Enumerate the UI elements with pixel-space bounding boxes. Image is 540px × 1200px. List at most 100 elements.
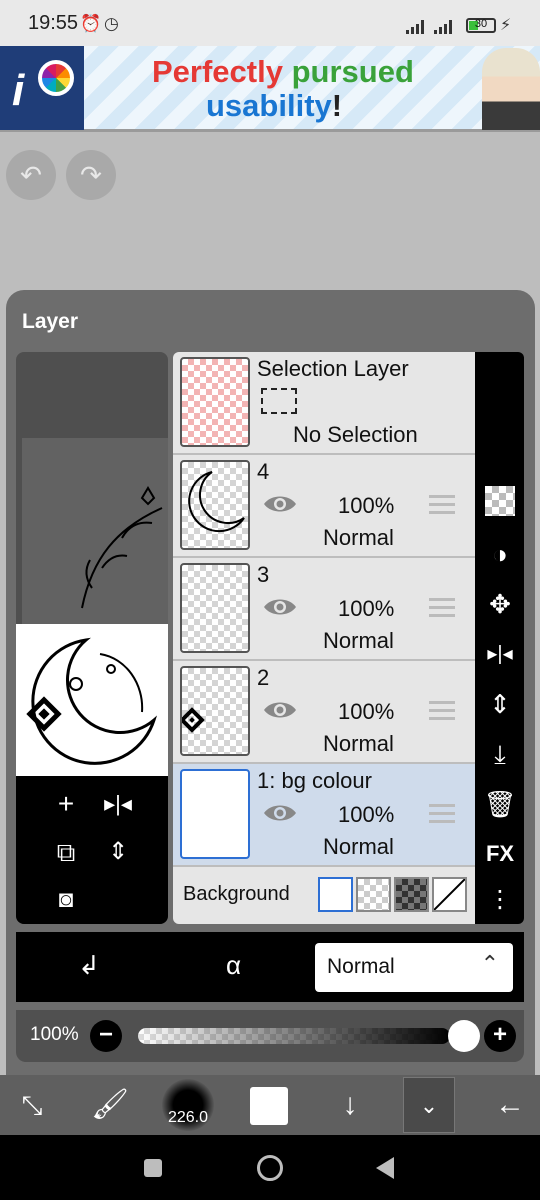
opacity-decrease-button[interactable]: − [90, 1020, 122, 1052]
duplicate-layer-button[interactable]: ⧉ [48, 834, 84, 870]
fx-button[interactable]: FX [482, 836, 518, 872]
arrow-down-icon: ↓ [342, 1088, 358, 1121]
undo-button[interactable]: ↶ [6, 150, 56, 200]
transform-icon: ⤡ [21, 1090, 43, 1120]
banner-headline: Perfectly pursued [152, 54, 414, 89]
transparency-button[interactable] [485, 486, 515, 516]
more-options-button[interactable]: ⋮ [482, 882, 518, 918]
visibility-eye-icon[interactable] [263, 596, 297, 618]
flip-horizontal-button[interactable]: ▸|◂ [100, 786, 136, 822]
layer-thumbnail [180, 563, 250, 653]
brush-tool-button[interactable]: 🖌 [90, 1085, 130, 1125]
layer-row-selected[interactable]: 1: bg colour 100% Normal [173, 764, 475, 867]
back-button[interactable]: ← [488, 1085, 532, 1125]
clipping-button[interactable]: ↲ [78, 950, 100, 981]
visibility-eye-icon[interactable] [263, 493, 297, 515]
layer-panel: Layer + ▸|◂ ⧉ ⇕ ◙ Selection Layer No Sel… [6, 290, 535, 1075]
layer-blend-mode: Normal [323, 628, 394, 653]
system-back-button[interactable] [376, 1157, 394, 1179]
status-bar: 19:55 ⏰ ◷ 30 ⚡ [0, 0, 540, 46]
alarm-icon: ⏰ [80, 14, 102, 33]
selection-layer-thumbnail [180, 357, 250, 447]
background-dark-swatch[interactable] [394, 877, 429, 912]
layer-thumbnail [179, 666, 250, 756]
blend-mode-value: Normal [327, 955, 395, 978]
layer-row[interactable]: 4 100% Normal [173, 455, 475, 558]
layer-opacity: 100% [338, 802, 395, 827]
canvas-thumbnail[interactable] [16, 624, 168, 776]
flip-icon: ▸|◂ [487, 643, 513, 665]
opacity-slider-handle[interactable] [448, 1020, 480, 1052]
home-button[interactable] [257, 1155, 283, 1181]
layer-name: 3 [257, 562, 270, 587]
minus-icon: − [98, 1021, 113, 1048]
delete-layer-button[interactable]: 🗑 [482, 786, 518, 822]
selection-state: No Selection [293, 422, 418, 447]
blend-mode-select[interactable]: Normal ⌃ [315, 943, 513, 992]
invert-button[interactable]: ◑ [482, 536, 518, 572]
banner-subline: usability! [206, 88, 343, 123]
blend-bar: ↲ α Normal ⌃ [16, 932, 524, 1002]
menu-button[interactable]: ⌄ [403, 1077, 455, 1133]
drag-handle-icon[interactable] [429, 701, 455, 725]
flip-layer-button[interactable]: ▸|◂ [482, 636, 518, 672]
chevron-up-icon: ⌃ [480, 951, 499, 976]
move-layer-button[interactable]: ✥ [482, 586, 518, 622]
layer-opacity: 100% [338, 699, 395, 724]
background-white-swatch[interactable] [318, 877, 353, 912]
layer-blend-mode: Normal [323, 731, 394, 756]
drag-handle-icon[interactable] [429, 495, 455, 519]
duplicate-icon: ⧉ [56, 837, 76, 867]
charging-icon: ⚡ [500, 17, 512, 34]
opacity-slider[interactable] [138, 1028, 450, 1044]
visibility-eye-icon[interactable] [263, 802, 297, 824]
camera-icon: ◙ [58, 886, 74, 913]
brush-icon: 🖌 [90, 1088, 130, 1121]
flip-vertical-icon: ⇕ [107, 838, 129, 865]
fx-icon: FX [485, 841, 515, 866]
merge-down-button[interactable]: ⤓ [482, 736, 518, 772]
back-icon: ← [495, 1088, 525, 1121]
add-layer-button[interactable]: + [48, 786, 84, 822]
ad-banner[interactable]: i Perfectly pursued usability! [0, 46, 540, 132]
selection-layer-name: Selection Layer [257, 356, 409, 381]
flip-layer-vertical-button[interactable]: ⇕ [482, 686, 518, 722]
transform-tool-button[interactable]: ⤡ [12, 1085, 52, 1125]
layer-row[interactable]: 3 100% Normal [173, 558, 475, 661]
opacity-increase-button[interactable]: + [484, 1020, 516, 1052]
layer-down-button[interactable]: ↓ [330, 1085, 370, 1125]
flip-vertical-button[interactable]: ⇕ [100, 834, 136, 870]
redo-button[interactable]: ↷ [66, 150, 116, 200]
preview-tools: + ▸|◂ ⧉ ⇕ ◙ [16, 776, 168, 924]
clip-icon: ↲ [78, 950, 100, 980]
signal-icon [406, 20, 424, 34]
alpha-lock-icon: α [226, 950, 242, 980]
clock-icon: ◷ [104, 14, 119, 33]
background-none-swatch[interactable] [432, 877, 467, 912]
drag-handle-icon[interactable] [429, 804, 455, 828]
flip-icon: ▸|◂ [104, 791, 132, 816]
selection-layer-row[interactable]: Selection Layer No Selection [173, 352, 475, 455]
flip-vertical-icon: ⇕ [489, 689, 511, 719]
recents-button[interactable] [144, 1159, 162, 1177]
layer-blend-mode: Normal [323, 834, 394, 859]
color-picker-button[interactable] [250, 1087, 288, 1125]
background-transparent-swatch[interactable] [356, 877, 391, 912]
move-icon: ✥ [489, 589, 511, 619]
layer-name: 1: bg colour [257, 768, 372, 793]
camera-button[interactable]: ◙ [48, 882, 84, 918]
drag-handle-icon[interactable] [429, 598, 455, 622]
background-label: Background [183, 883, 290, 905]
more-icon: ⋮ [488, 886, 512, 913]
double-chevron-down-icon: ⌄ [419, 1093, 439, 1118]
layer-name: 2 [257, 665, 270, 690]
layer-preview: + ▸|◂ ⧉ ⇕ ◙ [16, 352, 168, 924]
layer-row[interactable]: 2 100% Normal [173, 661, 475, 764]
banner-character-image [482, 48, 540, 130]
opacity-bar: 100% − + [16, 1010, 524, 1062]
alpha-lock-button[interactable]: α [226, 950, 241, 981]
visibility-eye-icon[interactable] [263, 699, 297, 721]
battery-level: 30 [474, 18, 488, 30]
brush-size-value: 226.0 [167, 1109, 209, 1126]
brush-size-button[interactable]: 226.0 [162, 1079, 214, 1131]
